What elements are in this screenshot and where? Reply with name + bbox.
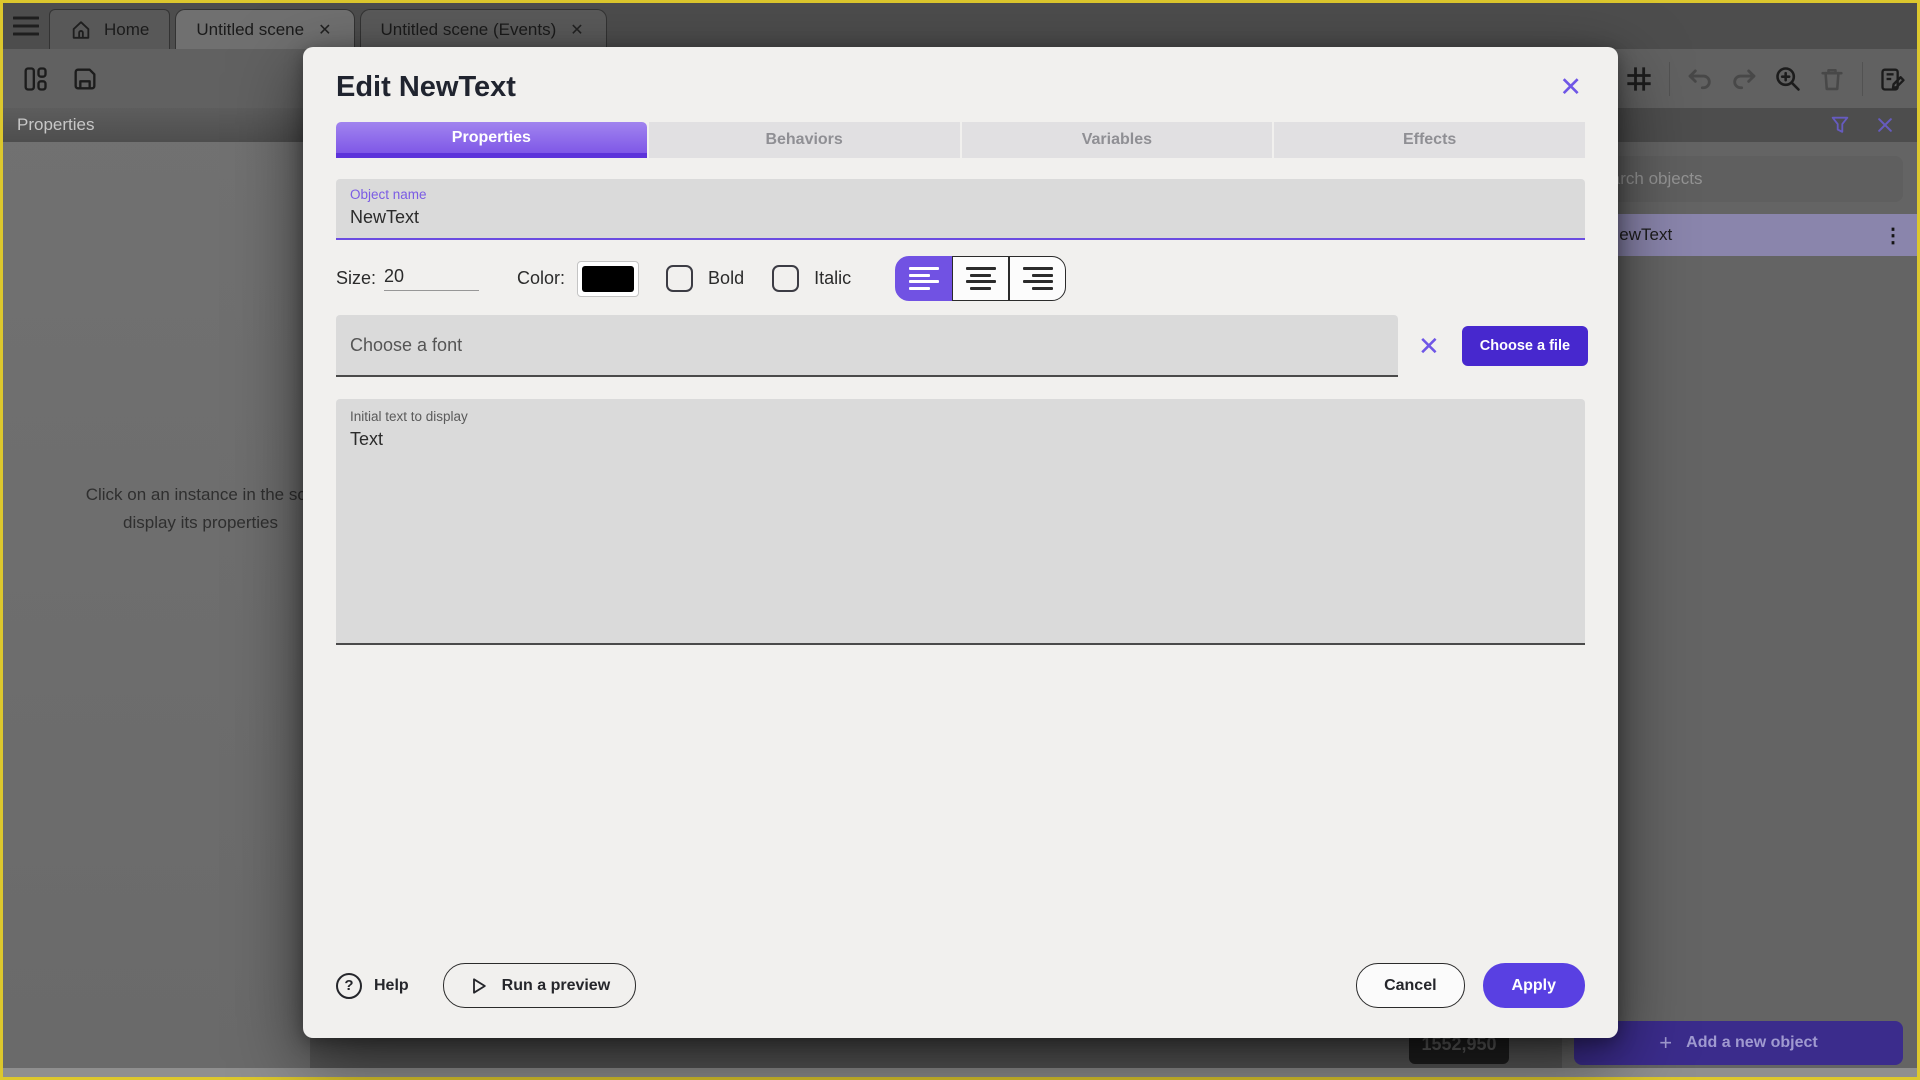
tab-variables[interactable]: Variables: [959, 122, 1273, 158]
tab-effects[interactable]: Effects: [1272, 122, 1585, 158]
properties-panel-title: Properties: [17, 115, 95, 134]
color-label: Color:: [517, 268, 566, 288]
undo-icon[interactable]: [1682, 61, 1718, 97]
edit-scene-icon[interactable]: [1875, 61, 1911, 97]
redo-icon[interactable]: [1726, 61, 1762, 97]
object-name-field-label: Object name: [350, 187, 427, 202]
color-swatch[interactable]: [577, 260, 640, 297]
toolbar-separator: [1669, 62, 1670, 96]
project-manager-icon[interactable]: [17, 61, 53, 97]
object-name-input[interactable]: [350, 202, 1571, 228]
font-input[interactable]: [336, 315, 1398, 377]
initial-text-field[interactable]: Initial text to display Text: [336, 399, 1585, 645]
plus-icon: +: [1659, 1030, 1673, 1055]
add-new-object-button[interactable]: + Add a new object: [1574, 1021, 1903, 1065]
size-input[interactable]: [384, 266, 480, 291]
tab-bar: Home Untitled scene ✕ Untitled scene (Ev…: [3, 3, 1917, 49]
toolbar-separator: [1862, 62, 1863, 96]
bold-checkbox[interactable]: [666, 265, 694, 292]
delete-icon[interactable]: [1814, 61, 1850, 97]
text-alignment-group: [895, 256, 1067, 301]
size-label: Size:: [336, 268, 377, 288]
choose-file-button[interactable]: Choose a file: [1461, 326, 1589, 366]
properties-panel-header: Properties: [3, 108, 310, 142]
dialog-tabs: Properties Behaviors Variables Effects: [336, 122, 1585, 158]
play-icon: [469, 976, 489, 996]
align-right-button[interactable]: [1009, 256, 1067, 301]
align-center-icon: [965, 267, 996, 290]
help-icon: ?: [336, 972, 362, 999]
tab-untitled-scene[interactable]: Untitled scene ✕: [175, 9, 355, 49]
edit-object-dialog: Edit NewText ✕ Properties Behaviors Vari…: [303, 47, 1618, 1038]
tab-home[interactable]: Home: [49, 9, 171, 49]
italic-checkbox[interactable]: [772, 265, 800, 292]
filter-icon[interactable]: [1829, 114, 1851, 136]
grid-icon[interactable]: [1621, 61, 1657, 97]
initial-text-value[interactable]: Text: [350, 424, 1571, 450]
close-tab-icon[interactable]: ✕: [568, 20, 585, 40]
tab-label: Untitled scene (Events): [380, 19, 557, 39]
window-bottom-strip: [3, 1068, 1917, 1077]
close-panel-icon[interactable]: [1875, 115, 1895, 135]
close-dialog-icon[interactable]: ✕: [1559, 74, 1582, 101]
tab-label: Untitled scene: [196, 19, 305, 39]
home-icon: [70, 19, 92, 41]
object-name-field[interactable]: Object name: [336, 179, 1585, 240]
zoom-in-icon[interactable]: [1770, 61, 1806, 97]
close-tab-icon[interactable]: ✕: [316, 20, 333, 40]
cancel-button[interactable]: Cancel: [1356, 963, 1465, 1008]
align-left-button[interactable]: [895, 256, 953, 301]
bold-label: Bold: [708, 268, 745, 288]
run-preview-button[interactable]: Run a preview: [442, 963, 637, 1008]
italic-label: Italic: [814, 268, 852, 288]
tab-label: Home: [104, 19, 150, 39]
search-objects-input[interactable]: [1574, 156, 1903, 202]
tab-behaviors[interactable]: Behaviors: [646, 122, 960, 158]
tab-properties[interactable]: Properties: [336, 122, 647, 158]
menu-icon[interactable]: [3, 3, 49, 49]
help-button[interactable]: ? Help: [336, 972, 409, 999]
align-right-icon: [1022, 267, 1053, 290]
object-menu-icon[interactable]: ⋮: [1883, 223, 1903, 248]
color-swatch-value: [582, 265, 635, 292]
align-left-icon: [908, 267, 939, 290]
app-window: Home Untitled scene ✕ Untitled scene (Ev…: [0, 0, 1920, 1080]
apply-button[interactable]: Apply: [1482, 963, 1585, 1008]
save-icon[interactable]: [67, 61, 103, 97]
clear-font-icon[interactable]: ✕: [1418, 331, 1440, 362]
dialog-title: Edit NewText: [336, 71, 516, 103]
initial-text-label: Initial text to display: [350, 409, 468, 424]
tab-untitled-scene-events[interactable]: Untitled scene (Events) ✕: [359, 9, 607, 49]
align-center-button[interactable]: [952, 256, 1010, 301]
properties-panel: Properties: [3, 108, 310, 1068]
